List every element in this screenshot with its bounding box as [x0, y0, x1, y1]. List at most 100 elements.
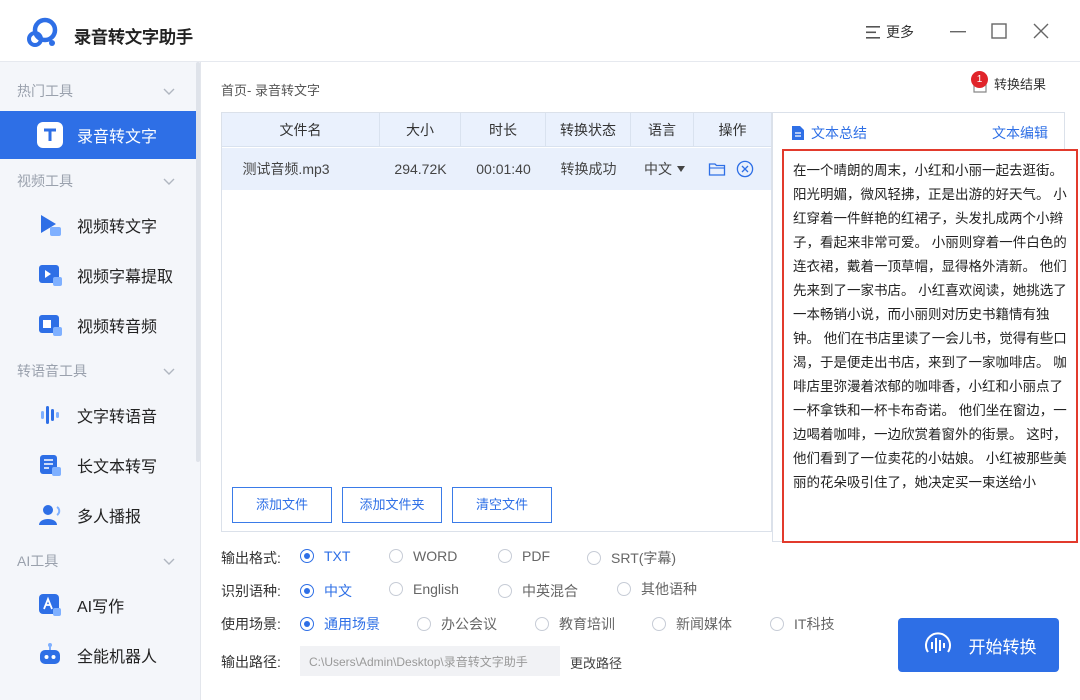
radio [498, 549, 512, 563]
output-path-field[interactable] [300, 646, 560, 676]
col-status: 转换状态 [546, 113, 631, 147]
scene-option-general[interactable]: 通用场景 [300, 614, 380, 634]
language-option-english[interactable]: English [389, 581, 459, 597]
add-file-button[interactable]: 添加文件 [232, 487, 332, 523]
sidebar-group-speech-tools[interactable]: 转语音工具 [0, 353, 196, 389]
scene-option-it[interactable]: IT科技 [770, 614, 834, 634]
text-edit-button[interactable]: 文本编辑 [992, 123, 1048, 143]
output-format-row: 输出格式: TXT WORD PDF SRT(字幕) [221, 548, 861, 568]
more-button[interactable]: 更多 [866, 22, 914, 42]
folder-icon[interactable] [708, 160, 726, 178]
start-conversion-button[interactable]: 开始转换 [898, 618, 1059, 672]
conversion-result-button[interactable]: 转换结果 1 [971, 71, 1047, 93]
sidebar-item-text-to-speech[interactable]: 文字转语音 [0, 391, 196, 439]
sidebar-item-multi-speaker[interactable]: 多人播报 [0, 491, 196, 539]
sidebar-group-video-tools[interactable]: 视频工具 [0, 163, 196, 199]
menu-lines-icon [866, 25, 880, 39]
chevron-down-icon [163, 558, 175, 565]
robot-icon [40, 643, 60, 664]
radio [652, 617, 666, 631]
caret-down-icon [677, 166, 685, 172]
remove-icon[interactable] [736, 160, 754, 178]
format-option-txt[interactable]: TXT [300, 548, 350, 564]
radio [498, 584, 512, 598]
sidebar-item-video-to-audio[interactable]: 视频转音频 [0, 301, 196, 349]
usage-scene-row: 使用场景: 通用场景 办公会议 教育培训 新闻媒体 IT科技 [221, 614, 861, 634]
language-option-other[interactable]: 其他语种 [617, 579, 697, 599]
col-language: 语言 [631, 113, 694, 147]
format-option-srt[interactable]: SRT(字幕) [587, 548, 676, 568]
radio [535, 617, 549, 631]
file-list-panel: 文件名 大小 时长 转换状态 语言 操作 测试音频.mp3 294.72K 00… [221, 112, 772, 532]
output-path-label: 输出路径: [221, 654, 281, 670]
file-status: 转换成功 [560, 161, 617, 177]
usage-scene-label: 使用场景: [221, 616, 281, 632]
app-logo-icon [27, 17, 58, 47]
minimize-icon[interactable] [947, 20, 969, 42]
radio [389, 549, 403, 563]
scene-option-news[interactable]: 新闻媒体 [652, 614, 732, 634]
sidebar-group-ai-tools[interactable]: AI工具 [0, 543, 196, 579]
ai-write-icon [39, 594, 61, 616]
output-format-label: 输出格式: [221, 550, 281, 566]
more-label: 更多 [886, 24, 914, 40]
format-option-word[interactable]: WORD [389, 548, 457, 564]
radio [587, 551, 601, 565]
video-to-text-icon [41, 215, 61, 236]
table-header: 文件名 大小 时长 转换状态 语言 操作 [222, 113, 771, 147]
long-text-icon [40, 455, 61, 476]
add-folder-button[interactable]: 添加文件夹 [342, 487, 442, 523]
text-t-icon [37, 122, 63, 148]
radio [417, 617, 431, 631]
sidebar: 热门工具 录音转文字 视频工具 视频转文字 视频字幕提取 视频转音频 转语音工具… [0, 62, 201, 700]
col-duration: 时长 [461, 113, 546, 147]
radio-selected [300, 584, 314, 598]
sidebar-item-long-text[interactable]: 长文本转写 [0, 441, 196, 489]
result-label: 转换结果 [994, 77, 1047, 92]
radio-selected [300, 617, 314, 631]
audio-wave-circle-icon [924, 632, 951, 653]
format-option-pdf[interactable]: PDF [498, 548, 550, 564]
language-select[interactable]: 中文 [635, 148, 695, 190]
change-path-button[interactable]: 更改路径 [570, 653, 622, 672]
language-option-chinese[interactable]: 中文 [300, 581, 352, 601]
clear-files-button[interactable]: 清空文件 [452, 487, 552, 523]
col-size: 大小 [380, 113, 461, 147]
waveform-icon [41, 406, 59, 424]
multi-speaker-icon [39, 505, 61, 525]
text-summary-button[interactable]: 文本总结 [791, 123, 867, 143]
chevron-down-icon [163, 178, 175, 185]
sidebar-item-subtitle-extract[interactable]: 视频字幕提取 [0, 251, 196, 299]
summary-doc-icon [792, 126, 804, 140]
transcript-text[interactable]: 在一个晴朗的周末，小红和小丽一起去逛街。 阳光明媚，微风轻拂，正是出游的好天气。… [782, 149, 1078, 543]
close-icon[interactable] [1030, 20, 1052, 42]
text-panel-header: 文本总结 文本编辑 [773, 113, 1064, 149]
scene-option-meeting[interactable]: 办公会议 [417, 614, 497, 634]
col-actions: 操作 [718, 122, 747, 138]
sidebar-item-video-to-text[interactable]: 视频转文字 [0, 201, 196, 249]
table-row[interactable]: 测试音频.mp3 294.72K 00:01:40 转换成功 中文 [222, 148, 771, 190]
col-filename: 文件名 [222, 113, 380, 147]
chevron-down-icon [163, 368, 175, 375]
language-option-mixed[interactable]: 中英混合 [498, 581, 578, 601]
sidebar-item-robot[interactable]: 全能机器人 [0, 631, 196, 679]
sidebar-item-audio-to-text[interactable]: 录音转文字 [0, 111, 196, 159]
title-bar: 录音转文字助手 更多 [0, 0, 1080, 62]
maximize-icon[interactable] [988, 20, 1010, 42]
recognition-language-row: 识别语种: 中文 English 中英混合 其他语种 [221, 581, 861, 601]
file-size: 294.72K [394, 161, 447, 177]
recognition-language-label: 识别语种: [221, 583, 281, 599]
chevron-down-icon [163, 88, 175, 95]
scene-option-education[interactable]: 教育培训 [535, 614, 615, 634]
sidebar-group-hot-tools[interactable]: 热门工具 [0, 73, 196, 109]
file-name: 测试音频.mp3 [242, 161, 330, 177]
text-result-panel: 文本总结 文本编辑 在一个晴朗的周末，小红和小丽一起去逛街。 阳光明媚，微风轻拂… [772, 112, 1078, 543]
video-to-audio-icon [39, 315, 62, 336]
app-title: 录音转文字助手 [74, 28, 193, 47]
sidebar-item-ai-write[interactable]: AI写作 [0, 581, 196, 629]
sidebar-scrollbar[interactable] [196, 62, 200, 462]
breadcrumb: 首页- 录音转文字 [221, 83, 320, 98]
result-badge: 1 [971, 71, 988, 88]
radio [389, 582, 403, 596]
file-duration: 00:01:40 [476, 161, 531, 177]
